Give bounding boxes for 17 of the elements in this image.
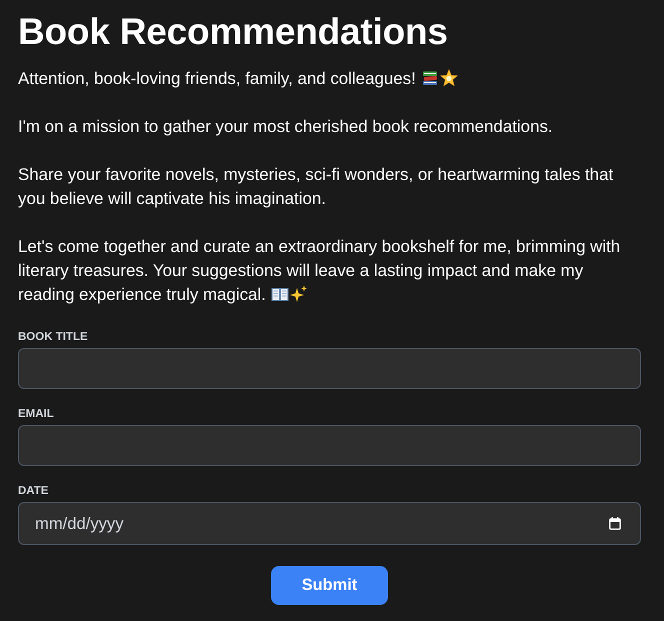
book-title-field[interactable]: [18, 348, 641, 389]
submit-button[interactable]: Submit: [271, 566, 388, 605]
field-label: DATE: [18, 484, 48, 498]
sparkles-icon: [290, 285, 308, 303]
calendar-icon[interactable]: [609, 517, 621, 530]
field-label: EMAIL: [18, 407, 54, 421]
field-label: BOOK TITLE: [18, 330, 88, 344]
intro-paragraph: Share your favorite novels, mysteries, sci-fi wonders, or heartwarming tales that you believe will captivate his imagination.: [18, 164, 614, 210]
open-book-icon: [270, 285, 289, 303]
star-icon: [440, 69, 458, 87]
books-icon: [420, 69, 439, 87]
intro-paragraph: Attention, book-loving friends, family, and colleagues!: [18, 67, 641, 91]
intro-paragraph: I'm on a mission to gather your most cherished book recommendations.: [18, 116, 554, 138]
date-field[interactable]: mm/dd/yyyy: [18, 502, 641, 545]
intro-paragraph: Let's come together and curate an extraordinary bookshelf for me, brimming with literary treasures. Your suggestions will leave a lasting impact and make my reading experience truly magical.: [18, 236, 622, 306]
email-field[interactable]: [18, 425, 641, 466]
page-title: Book Recommendations: [18, 10, 449, 54]
